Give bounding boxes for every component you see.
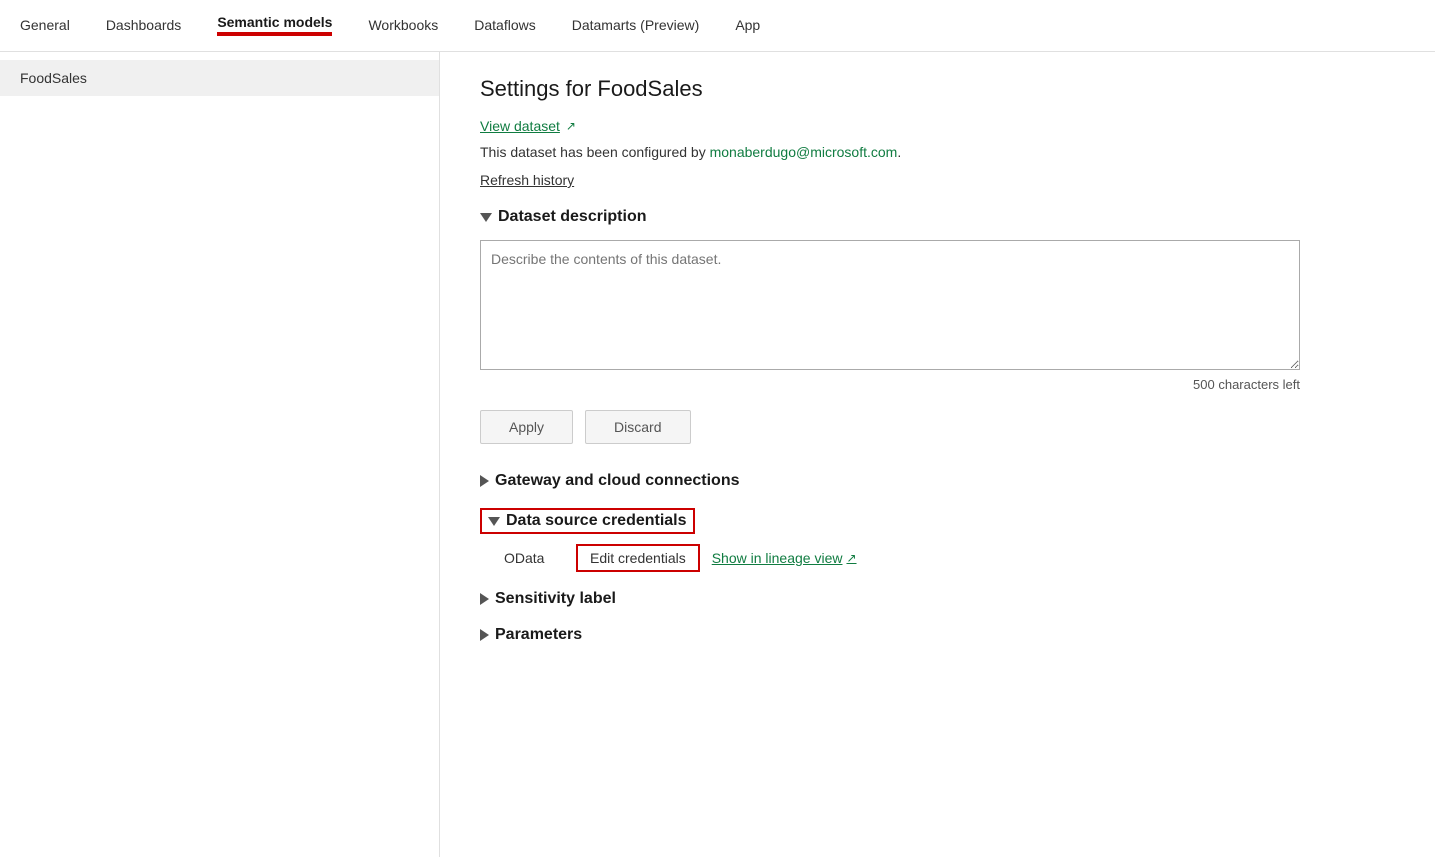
- show-lineage-link[interactable]: Show in lineage view ↗: [712, 550, 857, 566]
- nav-item-semantic-models[interactable]: Semantic models: [217, 0, 332, 52]
- top-navigation: General Dashboards Semantic models Workb…: [0, 0, 1435, 52]
- nav-item-workbooks[interactable]: Workbooks: [368, 0, 438, 52]
- configured-by-email[interactable]: monaberdugo@microsoft.com: [710, 144, 898, 160]
- nav-item-datamarts[interactable]: Datamarts (Preview): [572, 0, 700, 52]
- sensitivity-header[interactable]: Sensitivity label: [480, 590, 1395, 608]
- main-content: Settings for FoodSales View dataset ↗ Th…: [440, 52, 1435, 857]
- odata-credentials-row: OData Edit credentials Show in lineage v…: [480, 544, 1395, 572]
- action-buttons: Apply Discard: [480, 410, 1395, 444]
- parameters-section: Parameters: [480, 626, 1395, 644]
- gateway-header[interactable]: Gateway and cloud connections: [480, 472, 1395, 490]
- main-layout: FoodSales Settings for FoodSales View da…: [0, 52, 1435, 857]
- dataset-description-section: Dataset description 500 characters left: [480, 208, 1395, 392]
- edit-credentials-button[interactable]: Edit credentials: [576, 544, 700, 572]
- collapse-icon-parameters: [480, 629, 489, 641]
- sidebar: FoodSales: [0, 52, 440, 857]
- nav-item-app[interactable]: App: [735, 0, 760, 52]
- collapse-icon-gateway: [480, 475, 489, 487]
- description-textarea[interactable]: [480, 240, 1300, 370]
- collapse-icon-sensitivity: [480, 593, 489, 605]
- collapse-icon-description: [480, 213, 492, 222]
- char-count: 500 characters left: [480, 377, 1300, 392]
- collapse-icon-credentials: [488, 517, 500, 526]
- nav-item-dashboards[interactable]: Dashboards: [106, 0, 182, 52]
- configured-by-text: This dataset has been configured by mona…: [480, 144, 1395, 160]
- nav-item-dataflows[interactable]: Dataflows: [474, 0, 535, 52]
- view-dataset-row: View dataset ↗: [480, 118, 1395, 134]
- data-source-credentials-section: Data source credentials OData Edit crede…: [480, 508, 1395, 572]
- parameters-header[interactable]: Parameters: [480, 626, 1395, 644]
- sidebar-item-foodsales[interactable]: FoodSales: [0, 60, 439, 96]
- external-link-icon: ↗: [566, 119, 576, 133]
- sensitivity-section: Sensitivity label: [480, 590, 1395, 608]
- nav-item-general[interactable]: General: [20, 0, 70, 52]
- data-source-credentials-header[interactable]: Data source credentials: [480, 508, 1395, 534]
- odata-label: OData: [504, 550, 564, 566]
- discard-button[interactable]: Discard: [585, 410, 690, 444]
- page-title: Settings for FoodSales: [480, 76, 1395, 102]
- dataset-description-header[interactable]: Dataset description: [480, 208, 1395, 226]
- gateway-section: Gateway and cloud connections: [480, 472, 1395, 490]
- external-lineage-icon: ↗: [846, 551, 856, 565]
- view-dataset-link[interactable]: View dataset: [480, 118, 560, 134]
- apply-button[interactable]: Apply: [480, 410, 573, 444]
- refresh-history-link[interactable]: Refresh history: [480, 172, 574, 188]
